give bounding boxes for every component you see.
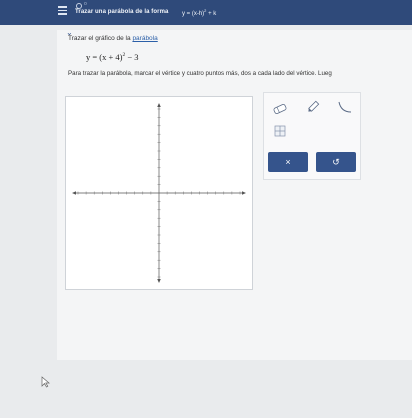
equation-main: y = (x + 4) — [86, 52, 123, 62]
menu-icon[interactable] — [58, 6, 67, 15]
graph-area[interactable] — [65, 96, 253, 290]
grid-icon — [274, 125, 286, 137]
graph-canvas[interactable] — [66, 97, 252, 289]
intro-text: Trazar el gráfico de la — [68, 35, 133, 42]
topbar-title: Trazar una parábola de la forma — [75, 9, 169, 15]
topbar-formula-main: y = (x-h) — [182, 11, 205, 17]
pencil-icon — [308, 100, 320, 112]
equation-tail: − 3 — [125, 52, 139, 62]
parabola-link[interactable]: parábola — [132, 35, 157, 42]
topbar-formula-exp: 2 — [204, 8, 207, 13]
y-axis-arrow-down-icon — [157, 279, 161, 283]
topbar-subtitle: o — [84, 1, 87, 7]
x-axis-arrow-left-icon — [72, 191, 76, 195]
parabola-icon — [338, 101, 352, 113]
clear-button[interactable]: × — [268, 152, 308, 172]
topbar-formula-tail: + k — [208, 11, 217, 17]
parabola-tool[interactable] — [337, 99, 353, 115]
top-bar: o Trazar una parábola de la forma y = (x… — [0, 0, 412, 25]
mouse-cursor-icon — [41, 376, 50, 388]
x-axis-arrow-icon — [242, 191, 246, 195]
problem-intro: Trazar el gráfico de la parábola — [68, 35, 158, 42]
y-axis-arrow-icon — [157, 103, 161, 107]
instruction-text: Para trazar la parábola, marcar el vérti… — [68, 70, 332, 77]
grid-tool[interactable] — [272, 123, 288, 139]
eraser-icon — [273, 104, 287, 114]
undo-button[interactable]: ↺ — [316, 152, 356, 172]
pencil-tool[interactable] — [305, 99, 321, 115]
eraser-tool[interactable] — [272, 101, 288, 117]
equation: y = (x + 4)2 − 3 — [86, 52, 139, 62]
topbar-formula: y = (x-h)2 + k — [182, 8, 216, 17]
